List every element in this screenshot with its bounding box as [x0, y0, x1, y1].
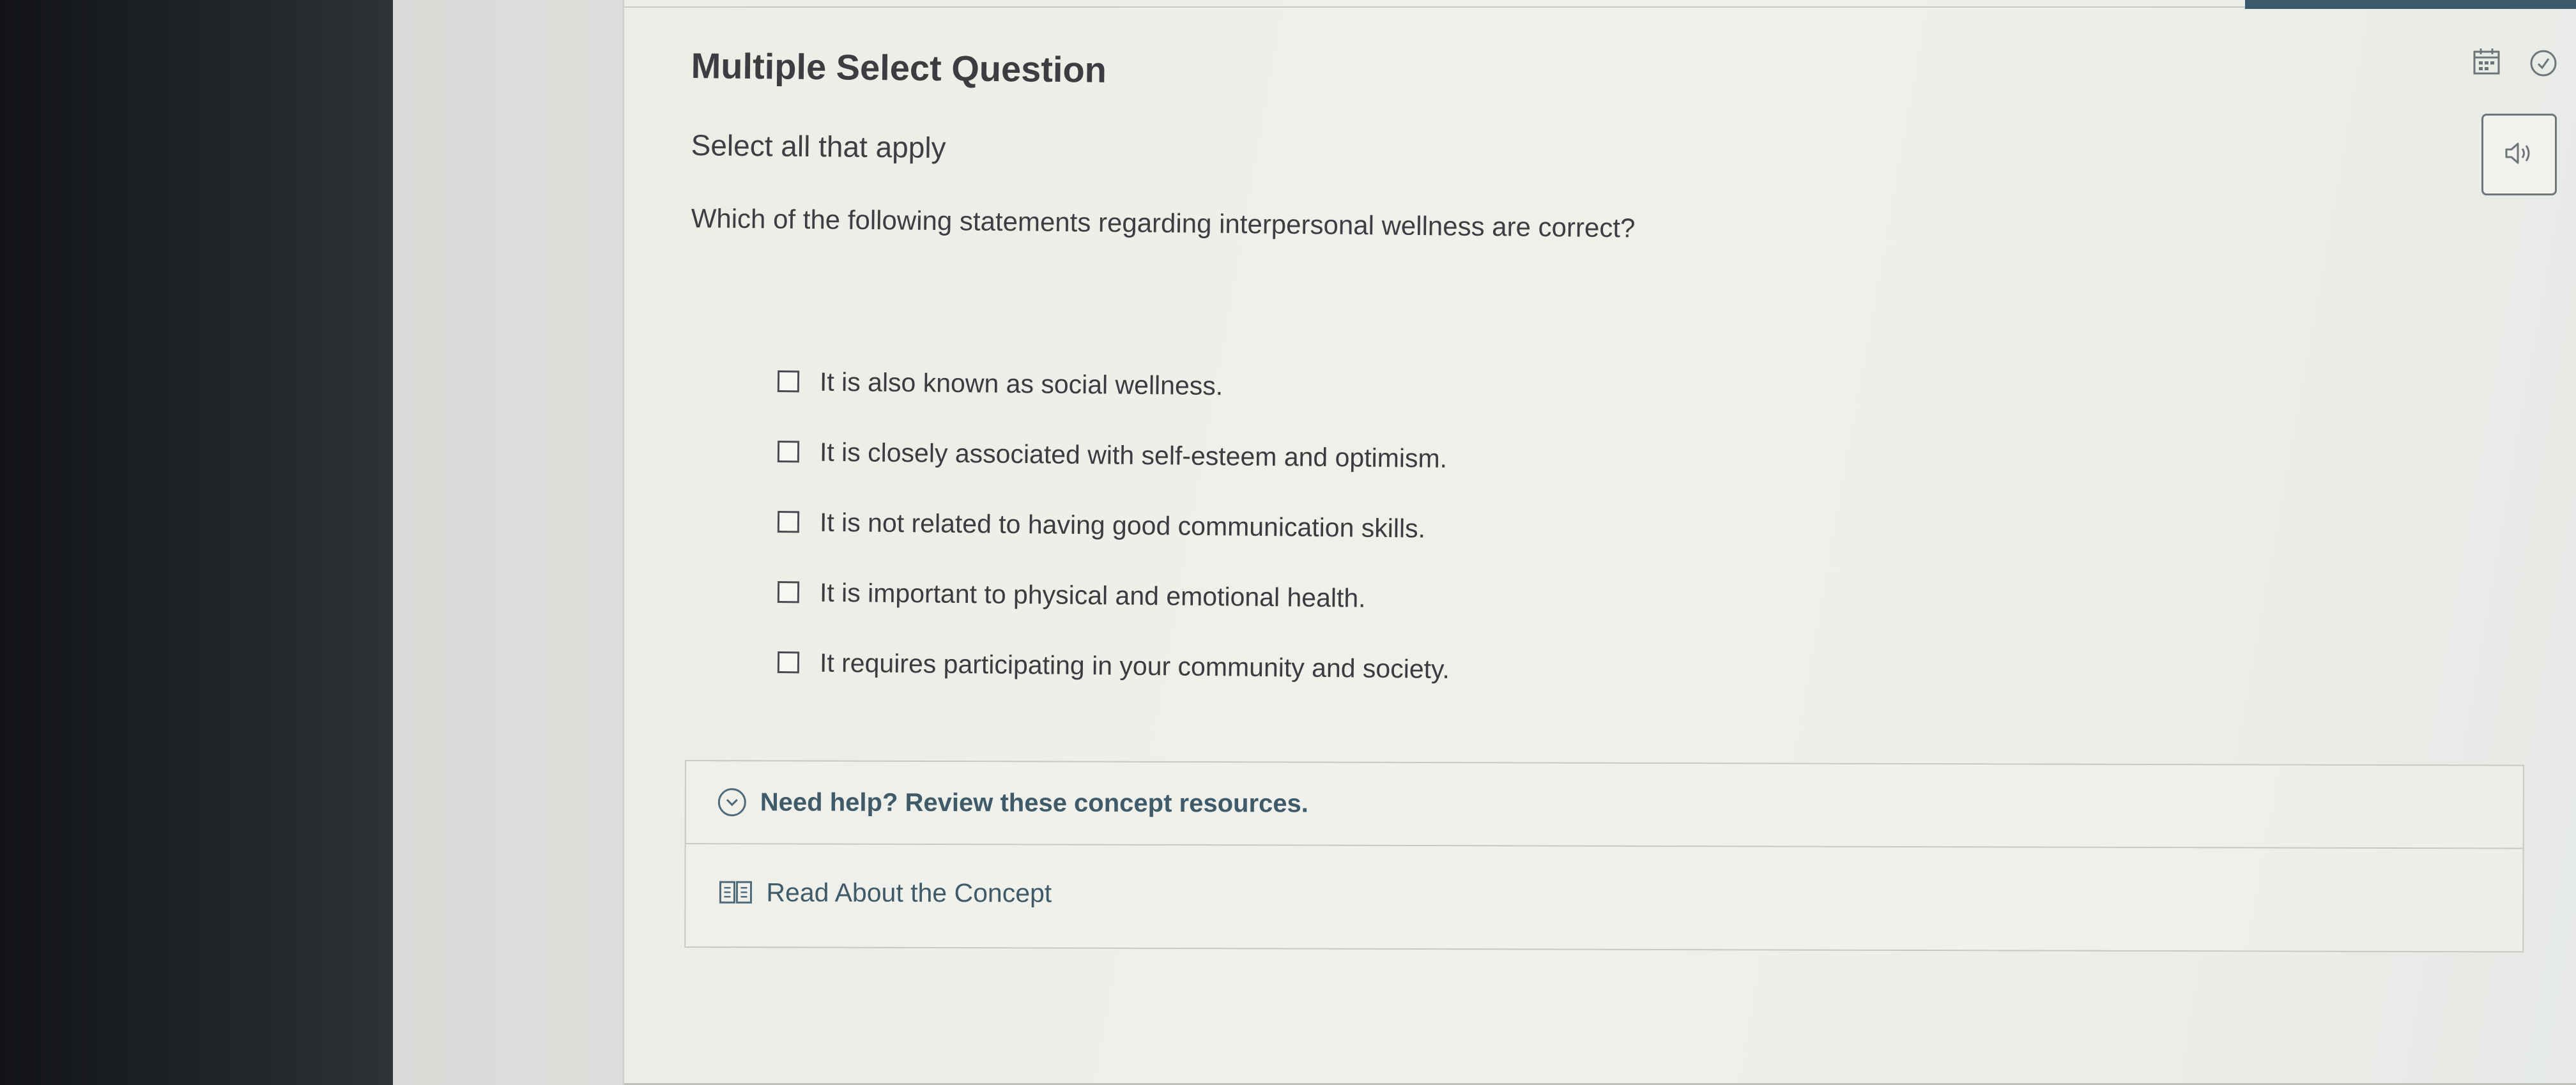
question-prompt: Which of the following statements regard…	[691, 203, 1636, 243]
answer-option-4[interactable]: It is important to physical and emotiona…	[777, 557, 1450, 634]
question-card: Multiple Select Question Select all that…	[623, 0, 2576, 1085]
option-label: It is important to physical and emotiona…	[819, 577, 1366, 613]
concept-resources-toggle[interactable]: Need help? Review these concept resource…	[686, 761, 2523, 849]
answer-option-1[interactable]: It is also known as social wellness.	[777, 346, 1450, 423]
option-checkbox[interactable]	[777, 441, 800, 463]
answer-option-5[interactable]: It requires participating in your commun…	[777, 627, 1450, 704]
read-aloud-button[interactable]	[2481, 114, 2557, 195]
option-label: It is also known as social wellness.	[819, 367, 1223, 400]
check-circle-icon[interactable]	[2529, 49, 2558, 81]
book-icon	[719, 879, 753, 905]
read-about-concept-link[interactable]: Read About the Concept	[686, 844, 2522, 945]
question-type-title: Multiple Select Question	[691, 45, 1107, 90]
calendar-icon[interactable]	[2472, 47, 2501, 79]
question-instruction: Select all that apply	[691, 128, 946, 165]
concept-resources-title: Need help? Review these concept resource…	[760, 787, 1308, 818]
read-about-concept-label: Read About the Concept	[766, 877, 1052, 908]
option-label: It is not related to having good communi…	[819, 507, 1426, 543]
option-checkbox[interactable]	[777, 370, 800, 393]
option-label: It requires participating in your commun…	[819, 648, 1450, 684]
option-checkbox[interactable]	[777, 581, 800, 603]
chevron-down-circle-icon	[717, 788, 746, 817]
answer-options: It is also known as social wellness. It …	[777, 346, 1450, 697]
top-accent-bar	[2245, 0, 2576, 9]
dark-background-edge	[0, 0, 399, 1085]
option-checkbox[interactable]	[777, 651, 800, 674]
answer-option-2[interactable]: It is closely associated with self-estee…	[777, 416, 1450, 494]
option-checkbox[interactable]	[777, 511, 800, 533]
concept-resources-panel: Need help? Review these concept resource…	[684, 760, 2524, 953]
answer-option-3[interactable]: It is not related to having good communi…	[777, 487, 1450, 564]
speaker-icon	[2504, 140, 2534, 169]
option-label: It is closely associated with self-estee…	[819, 437, 1448, 473]
